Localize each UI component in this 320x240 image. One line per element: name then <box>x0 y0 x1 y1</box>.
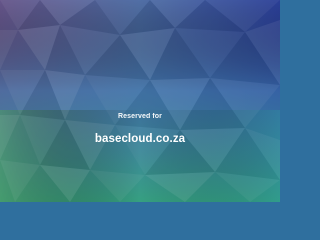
polygon-background <box>0 0 280 202</box>
domain-name: basecloud.co.za <box>94 133 186 145</box>
reservation-notice: Reserved for basecloud.co.za <box>0 112 280 146</box>
reserved-label: Reserved for <box>118 113 162 120</box>
